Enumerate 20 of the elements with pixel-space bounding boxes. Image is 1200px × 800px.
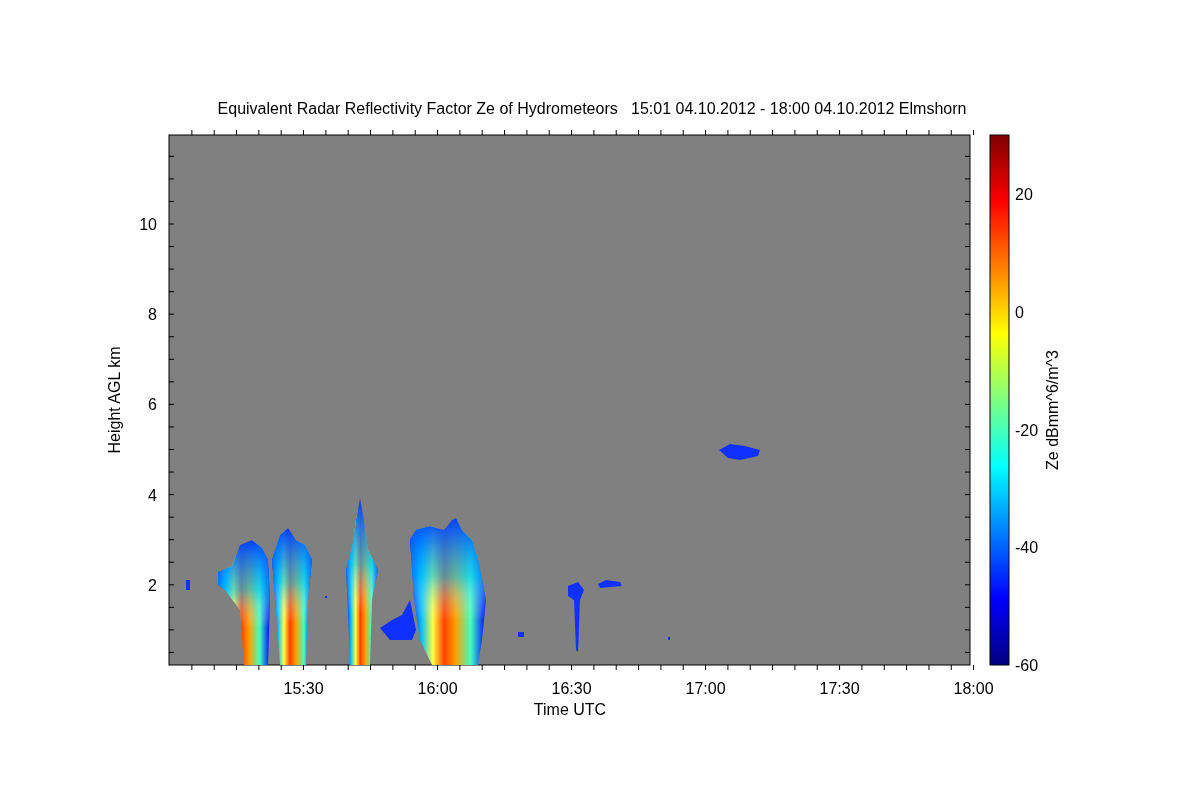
x-tick-label: 16:00 xyxy=(417,680,458,697)
y-tick-label: 2 xyxy=(148,576,157,594)
y-tick-label: 10 xyxy=(139,216,157,233)
x-tick-label: 18:00 xyxy=(953,680,994,697)
y-tick-label: 4 xyxy=(148,486,157,504)
colorbar-tick-label: 20 xyxy=(1015,186,1033,203)
x-tick-label: 15:30 xyxy=(283,680,324,697)
x-tick-label: 17:00 xyxy=(685,680,726,697)
colorbar-tick-label: 0 xyxy=(1015,303,1024,321)
y-tick-label: 6 xyxy=(148,396,157,414)
y-axis-label: Height AGL km xyxy=(106,346,123,454)
x-tick-label: 17:30 xyxy=(819,680,860,697)
colorbar-label: Ze dBmm^6/m^3 xyxy=(1044,350,1061,470)
plot-title: Equivalent Radar Reflectivity Factor Ze of Hydrometeors 15:01 04.10.2012 - 18:00 04.10.2012 Elmshorn xyxy=(217,100,967,117)
y-tick-label: 8 xyxy=(148,306,157,324)
colorbar-tick-label: -60 xyxy=(1015,657,1039,674)
x-axis-label: Time UTC xyxy=(533,701,607,718)
colorbar-tick-label: -20 xyxy=(1015,421,1039,439)
colorbar-tick-label: -40 xyxy=(1015,539,1039,557)
x-tick-label: 16:30 xyxy=(551,680,592,697)
